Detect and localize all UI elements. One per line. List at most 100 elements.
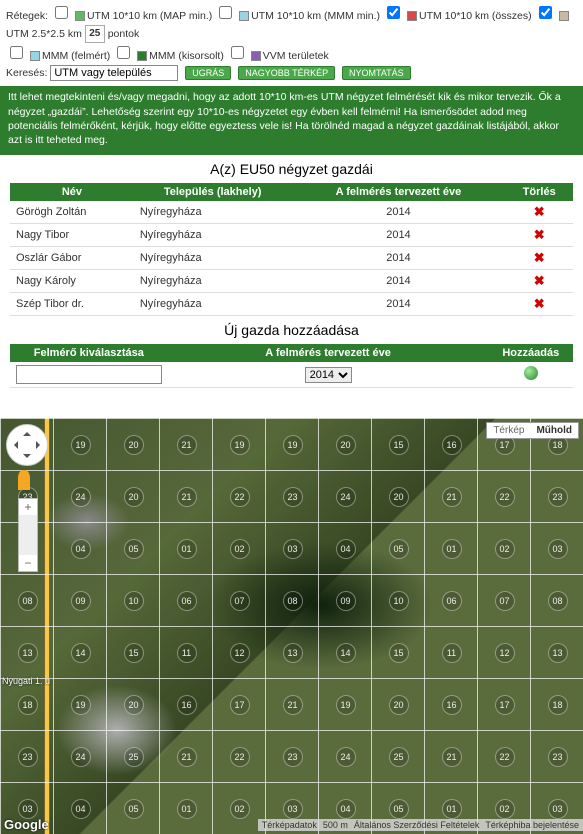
- layer-r2-cb-1[interactable]: [117, 46, 130, 59]
- grid-cell-label: 08: [283, 591, 303, 611]
- swatch-r2-0: [30, 51, 40, 61]
- grid-cell-label: 15: [389, 643, 409, 663]
- grid-cell-label: 04: [336, 539, 356, 559]
- cell-city: Nyíregyháza: [134, 201, 292, 224]
- grid-cell-label: 07: [495, 591, 515, 611]
- grid-cell-label: 23: [548, 747, 568, 767]
- grid-cell-label: 06: [177, 591, 197, 611]
- grid-cell-label: 24: [336, 747, 356, 767]
- delete-icon[interactable]: ✖: [534, 227, 545, 242]
- pan-down-icon[interactable]: [23, 454, 31, 462]
- add-ok-icon[interactable]: [524, 366, 538, 380]
- grid-cell-label: 25: [389, 747, 409, 767]
- delete-icon[interactable]: ✖: [534, 296, 545, 311]
- pegman-icon[interactable]: [18, 470, 30, 490]
- layer-r2-lbl-0: MMM (felmért): [42, 50, 110, 62]
- cell-city: Nyíregyháza: [134, 224, 292, 247]
- cell-city: Nyíregyháza: [134, 247, 292, 270]
- grid-cell-label: 16: [442, 695, 462, 715]
- attrib-credits: Térképadatok: [262, 820, 317, 830]
- grid-cell-label: 10: [389, 591, 409, 611]
- year-select[interactable]: 2014: [305, 367, 352, 383]
- cell-name: Nagy Tibor: [10, 224, 134, 247]
- layer-r2-cb-0[interactable]: [10, 46, 23, 59]
- grid-cell-label: 14: [336, 643, 356, 663]
- cell-name: Oszlár Gábor: [10, 247, 134, 270]
- grid-cell-label: 02: [495, 539, 515, 559]
- grid-cell-label: 25: [124, 747, 144, 767]
- info-bar: Itt lehet megtekinteni és/vagy megadni, …: [0, 86, 583, 155]
- points-label: pontok: [108, 28, 140, 40]
- add-table: Felmérő kiválasztása A felmérés tervezet…: [10, 344, 573, 388]
- layer-cb-0[interactable]: [55, 6, 68, 19]
- layer-cb-2[interactable]: [387, 6, 400, 19]
- grid-cell-label: 19: [71, 435, 91, 455]
- delete-icon[interactable]: ✖: [534, 250, 545, 265]
- grid-cell-label: 23: [18, 747, 38, 767]
- cell-city: Nyíregyháza: [134, 293, 292, 316]
- search-input[interactable]: [50, 65, 178, 81]
- col-surveyor: Felmérő kiválasztása: [10, 344, 168, 362]
- map-type-sat[interactable]: Műhold: [530, 423, 578, 438]
- attrib-report[interactable]: Térképhiba bejelentése: [485, 820, 579, 830]
- grid-cell-label: 09: [336, 591, 356, 611]
- go-button[interactable]: UGRÁS: [185, 66, 231, 80]
- pan-control[interactable]: [6, 424, 48, 466]
- map[interactable]: 1819202119192015161718232420212223242021…: [0, 418, 583, 834]
- col-city: Település (lakhely): [134, 183, 292, 201]
- grid-cell-label: 19: [71, 695, 91, 715]
- cell-name: Szép Tibor dr.: [10, 293, 134, 316]
- grid-cell-label: 20: [389, 487, 409, 507]
- grid-cell-label: 20: [124, 435, 144, 455]
- grid-cell-label: 09: [71, 591, 91, 611]
- add-row: 2014: [10, 362, 573, 388]
- map-type-map[interactable]: Térkép: [487, 423, 530, 438]
- grid-cell-label: 22: [230, 747, 250, 767]
- map-type-switch: Térkép Műhold: [486, 422, 579, 439]
- cell-name: Görögh Zoltán: [10, 201, 134, 224]
- zoom-out-button[interactable]: −: [19, 555, 37, 571]
- grid-cell-label: 13: [548, 643, 568, 663]
- grid-cell-label: 13: [18, 643, 38, 663]
- grid-cell-label: 22: [495, 487, 515, 507]
- street-label: Nyugati 1. u: [2, 676, 50, 686]
- surveyor-input[interactable]: [16, 365, 162, 384]
- print-button[interactable]: NYOMTATÁS: [342, 66, 411, 80]
- bigger-map-button[interactable]: NAGYOBB TÉRKÉP: [238, 66, 335, 80]
- attrib-terms[interactable]: Általános Szerződési Feltételek: [354, 820, 480, 830]
- grid-cell-label: 10: [124, 591, 144, 611]
- layer-cb-1[interactable]: [219, 6, 232, 19]
- zoom-slider[interactable]: [19, 515, 37, 555]
- swatch-0: [75, 11, 85, 21]
- grid-overlay: [0, 418, 583, 834]
- table-row: Nagy KárolyNyíregyháza2014✖: [10, 270, 573, 293]
- delete-icon[interactable]: ✖: [534, 273, 545, 288]
- pan-left-icon[interactable]: [10, 441, 18, 449]
- layer-r2-cb-2[interactable]: [231, 46, 244, 59]
- layer-lbl-3: UTM 2.5*2.5 km: [6, 28, 82, 40]
- table-row: Oszlár GáborNyíregyháza2014 ✖: [10, 247, 573, 270]
- delete-icon[interactable]: ✖: [534, 204, 545, 219]
- col-add-year: A felmérés tervezett éve: [168, 344, 489, 362]
- grid-cell-label: 14: [71, 643, 91, 663]
- grid-cell-label: 08: [548, 591, 568, 611]
- zoom-in-button[interactable]: +: [19, 499, 37, 515]
- cell-year: 2014: [291, 247, 505, 270]
- grid-cell-label: 22: [495, 747, 515, 767]
- grid-cell-label: 20: [124, 487, 144, 507]
- zoom-control: + −: [18, 498, 38, 572]
- layer-cb-3[interactable]: [539, 6, 552, 19]
- grid-cell-label: 22: [230, 487, 250, 507]
- swatch-3: [559, 11, 569, 21]
- grid-cell-label: 16: [177, 695, 197, 715]
- owners-table: Név Település (lakhely) A felmérés terve…: [10, 183, 573, 316]
- layer-r2-lbl-1: MMM (kisorsolt): [149, 50, 224, 62]
- pan-right-icon[interactable]: [36, 441, 44, 449]
- pan-up-icon[interactable]: [23, 428, 31, 436]
- grid-cell-label: 21: [177, 435, 197, 455]
- grid-cell-label: 23: [283, 487, 303, 507]
- grid-cell-label: 12: [495, 643, 515, 663]
- grid-cell-label: 20: [124, 695, 144, 715]
- grid-cell-label: 11: [442, 643, 462, 663]
- grid-cell-label: 01: [442, 539, 462, 559]
